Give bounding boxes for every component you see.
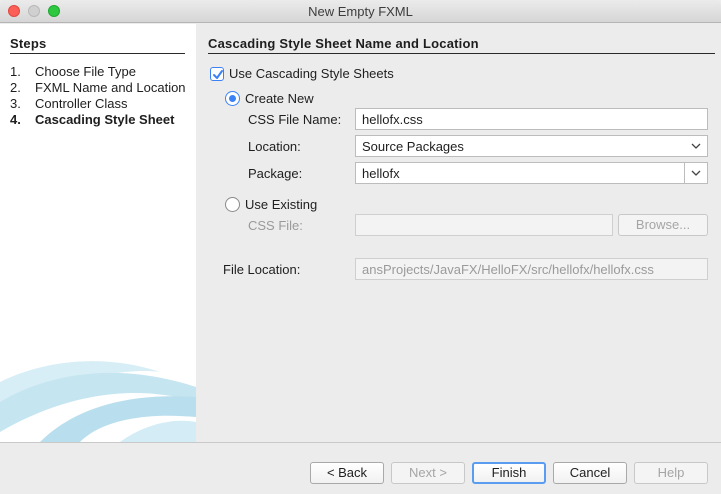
location-dropdown[interactable]: Source Packages <box>355 135 708 157</box>
use-existing-radio-row[interactable]: Use Existing <box>225 197 317 212</box>
step-number: 3. <box>10 96 21 111</box>
css-file-name-label: CSS File Name: <box>248 112 342 127</box>
step-number: 2. <box>10 80 21 95</box>
create-new-label: Create New <box>245 91 314 106</box>
wizard-footer: < Back Next > Finish Cancel Help <box>0 442 721 494</box>
step-label: Controller Class <box>35 96 128 111</box>
combo-divider <box>684 163 685 183</box>
css-file-name-field[interactable]: hellofx.css <box>355 108 708 130</box>
chevron-down-icon <box>691 143 701 149</box>
title-bar: New Empty FXML <box>0 0 721 23</box>
step-number: 4. <box>10 112 21 127</box>
step-label: Cascading Style Sheet <box>35 112 175 127</box>
main-panel: Cascading Style Sheet Name and Location … <box>196 24 721 442</box>
browse-button[interactable]: Browse... <box>618 214 708 236</box>
location-value: Source Packages <box>362 139 464 154</box>
step-cascading-style-sheet: 4. Cascading Style Sheet <box>10 112 190 128</box>
checkmark-icon <box>213 69 223 79</box>
package-value: hellofx <box>362 166 400 181</box>
step-label: FXML Name and Location <box>35 80 186 95</box>
steps-heading: Steps <box>10 36 185 54</box>
create-new-radio-row[interactable]: Create New <box>225 91 314 106</box>
back-button[interactable]: < Back <box>310 462 384 484</box>
finish-button[interactable]: Finish <box>472 462 546 484</box>
use-css-checkbox-row[interactable]: Use Cascading Style Sheets <box>210 66 394 81</box>
step-choose-file-type: 1. Choose File Type <box>10 64 190 80</box>
steps-panel: Steps 1. Choose File Type 2. FXML Name a… <box>0 24 196 442</box>
location-label: Location: <box>248 139 301 154</box>
help-button[interactable]: Help <box>634 462 708 484</box>
chevron-down-icon[interactable] <box>691 169 701 177</box>
css-file-label: CSS File: <box>248 218 303 233</box>
window-title: New Empty FXML <box>308 4 413 19</box>
steps-list: 1. Choose File Type 2. FXML Name and Loc… <box>10 64 190 128</box>
swoosh-decoration-icon <box>0 361 196 442</box>
package-label: Package: <box>248 166 303 181</box>
file-location-field: ansProjects/JavaFX/HelloFX/src/hellofx/h… <box>355 258 708 280</box>
section-heading: Cascading Style Sheet Name and Location <box>208 36 715 54</box>
step-number: 1. <box>10 64 21 79</box>
step-controller-class: 3. Controller Class <box>10 96 190 112</box>
use-existing-radio[interactable] <box>225 197 240 212</box>
cancel-button[interactable]: Cancel <box>553 462 627 484</box>
package-combobox[interactable]: hellofx <box>355 162 708 184</box>
create-new-radio[interactable] <box>225 91 240 106</box>
use-css-checkbox[interactable] <box>210 66 224 81</box>
step-fxml-name-location: 2. FXML Name and Location <box>10 80 190 96</box>
next-button[interactable]: Next > <box>391 462 465 484</box>
css-file-field[interactable] <box>355 214 613 236</box>
use-existing-label: Use Existing <box>245 197 318 212</box>
use-css-label: Use Cascading Style Sheets <box>229 66 394 81</box>
file-location-label: File Location: <box>223 262 301 277</box>
step-label: Choose File Type <box>35 64 136 79</box>
